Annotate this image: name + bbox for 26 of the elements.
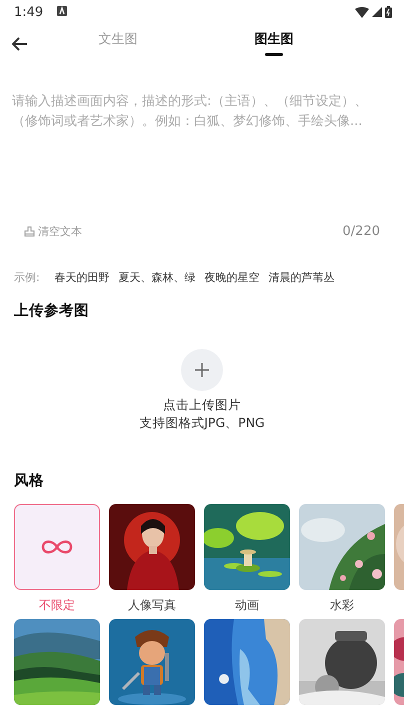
section-title: 风格 — [13, 472, 45, 490]
style-label: 动画 — [235, 597, 259, 614]
section-title: 上传参考图 — [13, 302, 90, 320]
example-chip[interactable]: 夏天、森林、绿 — [118, 270, 196, 285]
example-chip[interactable]: 夜晚的星空 — [204, 270, 260, 285]
style-label: 水彩 — [330, 597, 354, 614]
infinity-icon — [40, 538, 74, 556]
example-chip[interactable]: 清晨的芦苇丛 — [268, 270, 335, 285]
battery-icon — [385, 6, 392, 18]
example-chip[interactable]: 春天的田野 — [54, 270, 110, 285]
status-time: 1:49 — [14, 4, 44, 20]
upload-hint: 点击上传图片 — [163, 396, 241, 414]
character-counter: 0/220 — [342, 224, 380, 239]
style-label: 不限定 — [39, 597, 75, 614]
style-option[interactable] — [14, 504, 100, 590]
plus-icon — [194, 362, 210, 378]
back-arrow-icon — [12, 37, 28, 51]
format-note: 支持图格式JPG、PNG — [139, 414, 265, 432]
examples-label: 示例: — [14, 270, 40, 285]
notification-icon — [57, 6, 68, 16]
tab[interactable]: 图生图 — [196, 26, 352, 62]
style-label: 人像写真 — [128, 597, 176, 614]
wifi-icon — [355, 6, 369, 18]
prompt-field[interactable]: 请输入描述画面内容，描述的形式:（主语）、（细节设定）、（修饰词或者艺术家）。例如：白狐、梦幻修饰、手绘头像... — [12, 92, 392, 212]
signal-icon — [372, 7, 382, 17]
eraser-icon — [24, 226, 35, 237]
